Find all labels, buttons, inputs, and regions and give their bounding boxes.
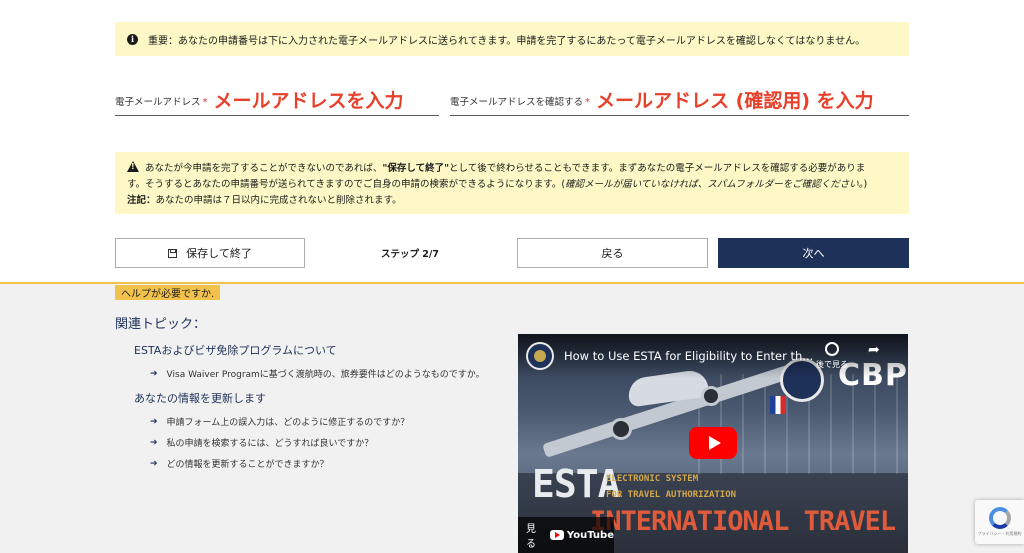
arrow-right-icon: ➔ bbox=[150, 416, 158, 427]
youtube-video-embed[interactable]: CBP How to Use ESTA for Eligibility to E… bbox=[518, 334, 908, 553]
clock-icon bbox=[825, 342, 839, 356]
confirm-email-label: 電子メールアドレスを確認する bbox=[450, 97, 584, 108]
esta-subtitle-2: FOR TRAVEL AUTHORIZATION bbox=[606, 490, 737, 500]
topic-esta-vwp[interactable]: ESTAおよびビザ免除プログラムについて bbox=[134, 342, 337, 358]
watch-on-youtube-button[interactable]: 見る YouTube bbox=[518, 517, 614, 553]
help-tag: ヘルプが必要ですか. bbox=[115, 285, 221, 300]
topic-link[interactable]: ➔ どの情報を更新することができますか？ bbox=[150, 457, 329, 471]
recaptcha-badge[interactable]: プライバシー・利用規約 bbox=[975, 500, 1024, 544]
email-required-mark: * bbox=[202, 97, 208, 108]
email-field[interactable]: 電子メールアドレス * メールアドレスを入力 bbox=[115, 86, 439, 116]
airplane-engine bbox=[701, 386, 721, 406]
topic-link-label: 申請フォーム上の誤入力は、どのように修正するのですか？ bbox=[166, 418, 410, 428]
important-notice: i 重要：あなたの申請番号は下に入力された電子メールアドレスに送られてきます。申… bbox=[115, 22, 909, 56]
save-notice-text-3: す。そうするとあなたの申請番号が送られてきますのでご自身の申請の検索ができるよう… bbox=[127, 179, 566, 190]
share-icon[interactable]: ➦ bbox=[868, 342, 880, 358]
save-notice-bold: "保存して終了" bbox=[382, 163, 450, 174]
step-indicator: ステップ 2/7 bbox=[381, 249, 439, 260]
info-icon: i bbox=[127, 33, 138, 45]
topic-link-label: Visa Waiver Programに基づく渡航時の、旅券要件はどのようなもの… bbox=[166, 370, 485, 380]
recaptcha-icon bbox=[988, 507, 1011, 529]
topic-link[interactable]: ➔ 申請フォーム上の誤入力は、どのように修正するのですか？ bbox=[150, 415, 410, 429]
save-notice-text-2: として後で終わらせることもできます。まずあなたの電子メールアドレスを確認する必要… bbox=[449, 163, 866, 174]
topic-link-label: 私の申請を検索するには、どうすれば良いですか？ bbox=[166, 439, 374, 449]
save-notice-text-4: ) bbox=[863, 179, 868, 190]
save-and-exit-label: 保存して終了 bbox=[186, 247, 252, 260]
watch-later-button[interactable]: 後で見る bbox=[814, 342, 850, 370]
esta-subtitle-1: ELECTRONIC SYSTEM bbox=[606, 474, 699, 484]
topic-link[interactable]: ➔ Visa Waiver Programに基づく渡航時の、旅券要件はどのような… bbox=[150, 367, 485, 381]
note-label: 注記： bbox=[127, 195, 156, 206]
back-button[interactable]: 戻る bbox=[517, 238, 708, 268]
airplane-engine bbox=[610, 418, 632, 440]
topic-link[interactable]: ➔ 私の申請を検索するには、どうすれば良いですか？ bbox=[150, 436, 374, 450]
video-title[interactable]: How to Use ESTA for Eligibility to Enter… bbox=[564, 349, 813, 363]
note-text: あなたの申請は７日以内に完成されないと削除されます。 bbox=[155, 195, 402, 206]
international-travel-text: INTERNATIONAL TRAVEL bbox=[590, 506, 896, 537]
save-icon bbox=[168, 248, 178, 258]
flag-icon bbox=[770, 396, 786, 414]
save-notice-text-1: あなたが今申請を完了することができないのであれば、 bbox=[145, 163, 383, 174]
related-topics-title: 関連トピック： bbox=[115, 317, 207, 332]
watch-on-label: 見る bbox=[526, 524, 536, 550]
play-button[interactable] bbox=[689, 427, 737, 459]
important-notice-text: 重要：あなたの申請番号は下に入力された電子メールアドレスに送られてきます。申請を… bbox=[148, 35, 866, 47]
arrow-right-icon: ➔ bbox=[150, 368, 158, 379]
confirm-email-field[interactable]: 電子メールアドレスを確認する * メールアドレス (確認用) を入力 bbox=[450, 86, 909, 116]
arrow-right-icon: ➔ bbox=[150, 437, 158, 448]
recaptcha-text: プライバシー・利用規約 bbox=[977, 531, 1022, 536]
youtube-icon bbox=[549, 530, 564, 540]
next-button[interactable]: 次へ bbox=[718, 238, 909, 268]
arrow-right-icon: ➔ bbox=[150, 458, 158, 469]
confirm-email-required-mark: * bbox=[585, 97, 591, 108]
confirm-email-input[interactable]: メールアドレス (確認用) を入力 bbox=[596, 92, 874, 111]
topic-update-info[interactable]: あなたの情報を更新します bbox=[134, 390, 266, 406]
save-and-exit-button[interactable]: 保存して終了 bbox=[115, 238, 305, 268]
email-input[interactable]: メールアドレスを入力 bbox=[214, 92, 404, 111]
spam-folder-note: 確認メールが届いていなければ、スパムフォルダーをご確認ください。 bbox=[565, 179, 864, 190]
warning-icon bbox=[127, 161, 139, 172]
topic-link-label: どの情報を更新することができますか？ bbox=[166, 460, 329, 470]
watch-later-label: 後で見る bbox=[816, 360, 848, 369]
youtube-logo: YouTube bbox=[549, 529, 614, 541]
youtube-label: YouTube bbox=[566, 529, 614, 541]
save-notice: あなたが今申請を完了することができないのであれば、"保存して終了"として後で終わ… bbox=[115, 152, 909, 214]
email-label: 電子メールアドレス bbox=[115, 97, 201, 108]
channel-logo-icon[interactable] bbox=[526, 342, 554, 370]
